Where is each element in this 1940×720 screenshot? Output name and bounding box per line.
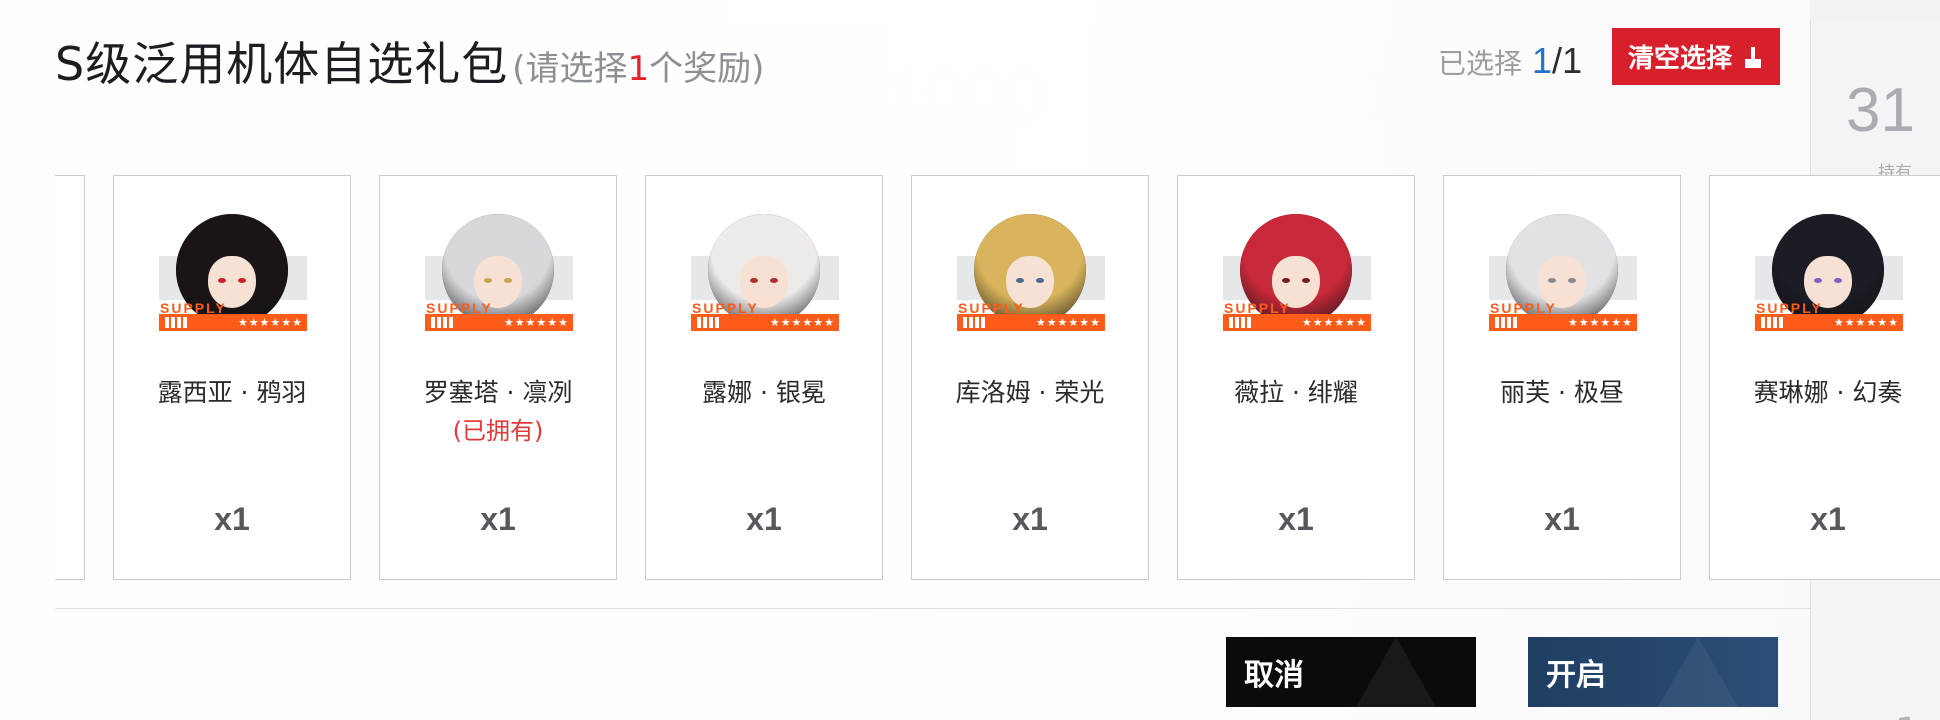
- owned-count: 31: [1846, 76, 1915, 145]
- button-decoration: [1658, 637, 1738, 707]
- owned-status: (已拥有): [452, 417, 544, 445]
- character-name: 露西亚 · 鸦羽: [157, 378, 307, 407]
- reward-quantity: x1: [480, 501, 516, 537]
- character-name: 露娜 · 银冕: [702, 378, 826, 407]
- subtitle-prefix: (请选择: [512, 49, 628, 89]
- avatar-eye: [218, 278, 226, 283]
- rank-bars: [1761, 317, 1783, 328]
- reward-card[interactable]: SUPPLY ★★★★★★ 赛琳娜 · 幻奏 x1: [1709, 175, 1940, 580]
- supply-rank-bar: ★★★★★★: [1223, 314, 1371, 331]
- divider: [55, 608, 1810, 609]
- avatar-eye: [1568, 278, 1576, 283]
- avatar-eye: [504, 278, 512, 283]
- cancel-label: 取消: [1244, 658, 1304, 693]
- avatar-eye: [484, 278, 492, 283]
- brush-icon: [1742, 46, 1764, 68]
- supply-rank-bar: ★★★★★★: [1755, 314, 1903, 331]
- star-rating: ★★★★★★: [503, 316, 569, 329]
- rank-bars: [431, 317, 453, 328]
- reward-quantity: x1: [214, 501, 250, 537]
- reward-card[interactable]: SUPPLY ★★★★★★ 露西亚 · 鸦羽 x1: [113, 175, 351, 580]
- character-name: 真理: [55, 373, 84, 409]
- avatar-eye: [238, 278, 246, 283]
- reward-quantity: x1: [1012, 501, 1048, 537]
- reward-quantity: x1: [746, 501, 782, 537]
- star-rating: ★★★★★★: [1301, 316, 1367, 329]
- star-rating: ★★★★★★: [1567, 316, 1633, 329]
- selection-slash: /: [1552, 40, 1563, 81]
- subtitle-suffix: 个奖励): [649, 49, 765, 89]
- avatar-eye: [1016, 278, 1024, 283]
- reward-card[interactable]: SUPPLY ★★★★★★ 库洛姆 · 荣光 x1: [911, 175, 1149, 580]
- avatar-eye: [1814, 278, 1822, 283]
- modal-subtitle: (请选择1个奖励): [512, 41, 764, 90]
- supply-rank-bar: ★★★★★★: [691, 314, 839, 331]
- rank-bars: [165, 317, 187, 328]
- selection-label: 已选择: [1438, 47, 1523, 80]
- rank-bars: [1229, 317, 1251, 328]
- star-rating: ★★★★★★: [769, 316, 835, 329]
- avatar-eye: [770, 278, 778, 283]
- clear-selection-label: 清空选择: [1627, 44, 1732, 74]
- selection-counter: 已选择 1/1: [1438, 40, 1582, 82]
- star-rating: ★★★★★★: [1833, 316, 1899, 329]
- avatar-eye: [1302, 278, 1310, 283]
- character-name: 库洛姆 · 荣光: [955, 378, 1105, 407]
- button-decoration: [1356, 637, 1436, 707]
- selection-total: 1: [1562, 40, 1583, 81]
- reward-quantity: x1: [1278, 501, 1314, 537]
- reward-card-list[interactable]: SUPPLY ★★★★★★ 真理 SUPPLY ★★★★★★ 露西亚 · 鸦羽 …: [55, 175, 1940, 580]
- selection-current: 1: [1532, 40, 1553, 81]
- character-name: 赛琳娜 · 幻奏: [1753, 378, 1903, 407]
- reward-card[interactable]: SUPPLY ★★★★★★ 真理: [55, 175, 85, 580]
- open-button[interactable]: 开启: [1528, 637, 1778, 707]
- avatar-eye: [1834, 278, 1842, 283]
- rank-bars: [1495, 317, 1517, 328]
- reward-card[interactable]: SUPPLY ★★★★★★ 罗塞塔 · 凛冽 (已拥有) x1: [379, 175, 617, 580]
- character-name: 罗塞塔 · 凛冽: [423, 378, 573, 407]
- rank-bars: [697, 317, 719, 328]
- avatar-eye: [1036, 278, 1044, 283]
- supply-rank-bar: ★★★★★★: [159, 314, 307, 331]
- reward-card[interactable]: SUPPLY ★★★★★★ 丽芙 · 极昼 x1: [1443, 175, 1681, 580]
- character-name: 薇拉 · 绯耀: [1234, 378, 1358, 407]
- gift-pack-modal: S级泛用机体自选礼包 (请选择1个奖励) 已选择 1/1 清空选择 SUPPLY…: [0, 0, 1940, 720]
- character-name: 丽芙 · 极昼: [1500, 378, 1624, 407]
- rank-bars: [963, 317, 985, 328]
- reward-quantity: x1: [1810, 501, 1846, 537]
- cancel-button[interactable]: 取消: [1226, 637, 1476, 707]
- star-rating: ★★★★★★: [237, 316, 303, 329]
- star-rating: ★★★★★★: [1035, 316, 1101, 329]
- modal-title: S级泛用机体自选礼包: [55, 37, 509, 91]
- side-bottom-number: 1: [1895, 710, 1920, 720]
- avatar-eye: [1282, 278, 1290, 283]
- reward-card[interactable]: SUPPLY ★★★★★★ 薇拉 · 绯耀 x1: [1177, 175, 1415, 580]
- avatar-eye: [1548, 278, 1556, 283]
- supply-rank-bar: ★★★★★★: [1489, 314, 1637, 331]
- reward-card[interactable]: SUPPLY ★★★★★★ 露娜 · 银冕 x1: [645, 175, 883, 580]
- open-label: 开启: [1546, 658, 1606, 693]
- modal-header: S级泛用机体自选礼包 (请选择1个奖励): [55, 28, 764, 94]
- supply-rank-bar: ★★★★★★: [425, 314, 573, 331]
- avatar-eye: [750, 278, 758, 283]
- reward-quantity: x1: [1544, 501, 1580, 537]
- subtitle-count: 1: [627, 49, 650, 89]
- clear-selection-button[interactable]: 清空选择: [1612, 28, 1780, 85]
- supply-rank-bar: ★★★★★★: [957, 314, 1105, 331]
